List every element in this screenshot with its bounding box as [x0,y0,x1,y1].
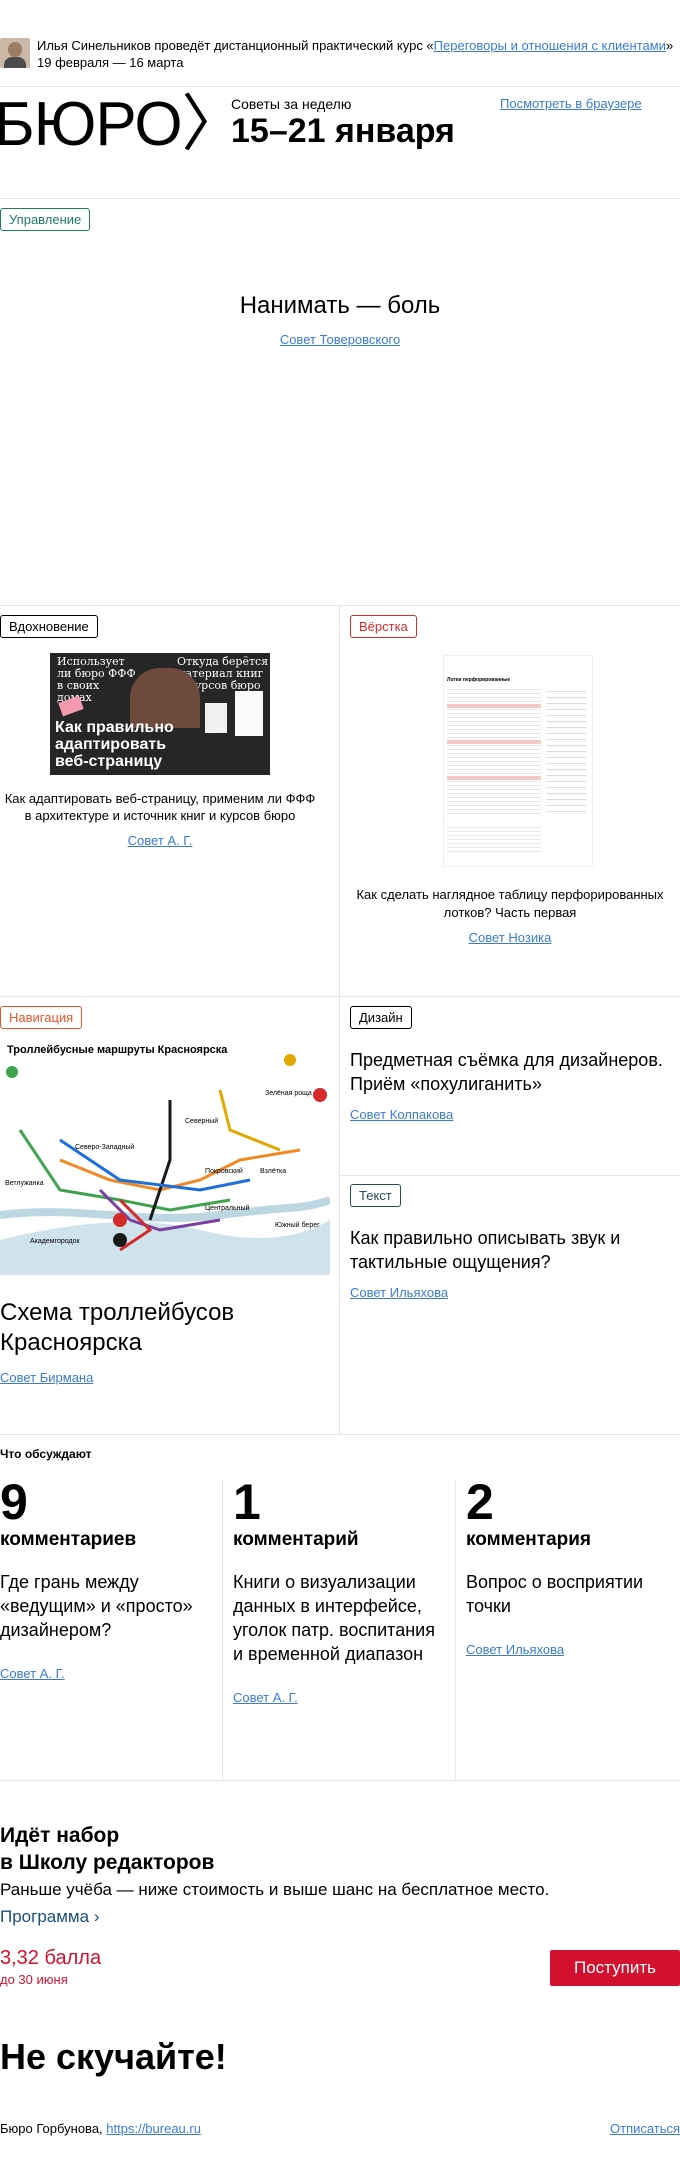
tag-navigation[interactable]: Навигация [0,1006,83,1029]
announcement-dates: 19 февраля — 16 марта [37,55,184,70]
promo-subtitle: Раньше учёба — ниже стоимость и выше шан… [0,1880,550,1899]
footer-org: Бюро Горбунова, https://bureau.ru [0,2121,201,2136]
view-in-browser-link[interactable]: Посмотреть в браузере [500,96,642,111]
announcement-avatar [0,38,30,68]
text-author-link[interactable]: Совет Ильяхова [350,1285,448,1300]
apply-button[interactable]: Поступить [550,1950,680,1986]
discussion-author-link[interactable]: Совет А. Г. [233,1690,298,1705]
discussion-item[interactable]: 2 комментария Вопрос о восприятии точки … [466,1477,671,1659]
discussion-heading: Что обсуждают [0,1447,92,1461]
layout-title[interactable]: Как сделать наглядное таблицу перфориров… [350,886,670,922]
thumb-arrow-icon: → [216,723,226,734]
thumb-main-line3: веб-страницу [55,753,163,770]
map-label: Центральный [205,1205,250,1212]
comment-count-word: комментарий [233,1529,359,1550]
comment-count-word: комментариев [0,1529,137,1550]
doc-title: Лотки перфорированные [447,677,511,683]
map-label: Академгородок [30,1238,80,1245]
course-link[interactable]: Переговоры и отношения с клиентами [434,38,666,53]
site-link[interactable]: https://bureau.ru [106,2121,201,2136]
page-title: 15–21 января [231,112,455,150]
tag-design[interactable]: Дизайн [350,1006,412,1029]
footer-slogan: Не скучайте! [0,2036,227,2077]
trolleybus-map[interactable]: Троллейбусные маршруты Красноярска Север… [0,1040,330,1275]
comment-count: 9 [0,1474,28,1530]
discussion-author-link[interactable]: Совет А. Г. [0,1666,65,1681]
map-label: Северо-Западный [75,1144,135,1151]
comment-count: 1 [233,1474,261,1530]
inspiration-thumbnail[interactable]: Использует ли бюро ФФФ в своих домах Отк… [50,653,270,775]
map-label: Ветлужанка [5,1180,44,1187]
header-subtitle: Советы за неделю [231,96,352,112]
promo-title: Идёт набор в Школу редакторов [0,1824,215,1874]
design-author-link[interactable]: Совет Колпакова [350,1107,453,1122]
thumb-main-line2: адаптировать [55,736,167,753]
thumb-main-line1: Как правильно [55,719,174,736]
layout-author-link[interactable]: Совет Нозика [469,930,552,945]
discussion-question[interactable]: Книги о визуализации данных в интерфейсе… [233,1570,448,1666]
discussion-author-link[interactable]: Совет Ильяхова [466,1642,564,1657]
thumb-caption-left: Использует ли бюро ФФФ в своих домах [57,655,136,704]
device-icon-right [235,691,263,736]
map-label: Южный берег [275,1222,320,1229]
discussion-item[interactable]: 9 комментариев Где грань между «ведущим»… [0,1477,210,1683]
tag-layout[interactable]: Вёрстка [350,615,417,638]
unsubscribe-link[interactable]: Отписаться [610,2121,680,2136]
featured-title[interactable]: Нанимать — боль [0,292,680,320]
map-label: Взлётка [260,1168,287,1175]
inspiration-title[interactable]: Как адаптировать веб-страницу, применим … [0,790,320,824]
tag-text[interactable]: Текст [350,1184,401,1207]
program-link[interactable]: Программа › [0,1907,99,1927]
map-label: Зелёная роща [265,1090,312,1097]
map-label: Северный [185,1118,219,1125]
comment-count: 2 [466,1474,494,1530]
bureau-logo: БЮРО〉 [0,90,244,159]
promo-score: 3,32 балла [0,1947,102,1969]
design-title[interactable]: Предметная съёмка для дизайнеров. Приём … [350,1048,680,1096]
discussion-question[interactable]: Где грань между «ведущим» и «просто» диз… [0,1570,210,1642]
tag-inspiration[interactable]: Вдохновение [0,615,98,638]
comment-count-word: комментария [466,1529,592,1550]
map-label: Покровский [205,1168,243,1175]
announcement-text: Илья Синельников проведёт дистанционный … [37,38,674,70]
navigation-author-link[interactable]: Совет Бирмана [0,1370,93,1385]
text-title[interactable]: Как правильно описывать звук и тактильны… [350,1226,650,1274]
layout-document-thumbnail[interactable]: Лотки перфорированные [443,655,593,867]
promo-deadline: до 30 июня [0,1972,68,1987]
inspiration-author-link[interactable]: Совет А. Г. [128,833,193,848]
featured-author-link[interactable]: Совет Товеровского [280,332,400,347]
navigation-title[interactable]: Схема троллейбусов Красноярска [0,1298,300,1358]
discussion-question[interactable]: Вопрос о восприятии точки [466,1570,671,1618]
tag-management[interactable]: Управление [0,208,91,231]
discussion-item[interactable]: 1 комментарий Книги о визуализации данны… [233,1477,448,1707]
chevron-right-icon: › [93,1907,100,1926]
